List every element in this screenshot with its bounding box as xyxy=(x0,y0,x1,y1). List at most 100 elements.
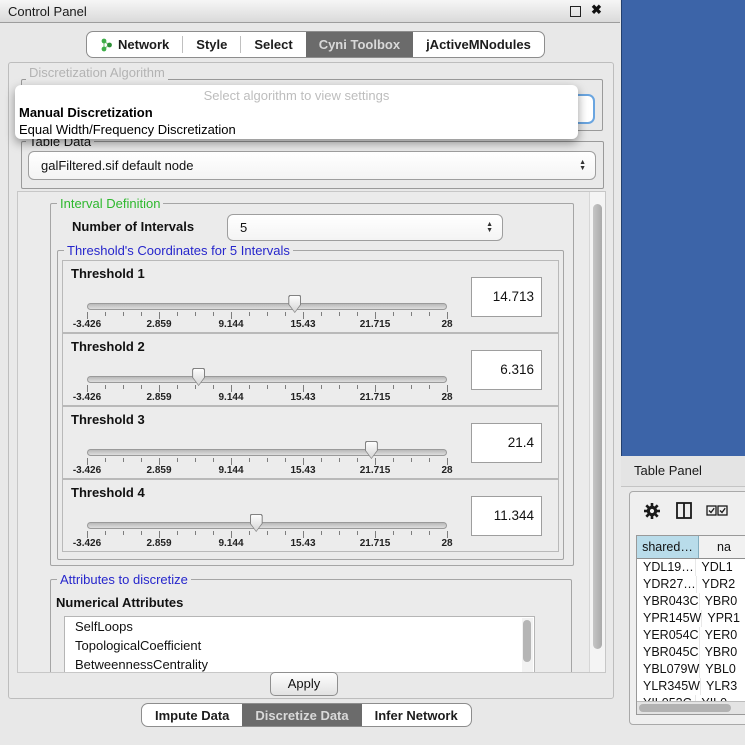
number-of-intervals-combobox[interactable]: 5 ▲▼ xyxy=(227,214,503,241)
major-tick xyxy=(87,531,88,538)
column-layout-icon[interactable] xyxy=(676,502,692,519)
slider-track[interactable] xyxy=(87,376,447,383)
cell-name[interactable]: YBR0 xyxy=(700,644,745,661)
threshold-card-1: Threshold 1 -3.4262.8599.14415.4321.7152… xyxy=(62,260,559,333)
slider-handle-icon[interactable] xyxy=(192,368,205,386)
cell-name[interactable]: YER0 xyxy=(700,627,745,644)
minor-tick xyxy=(285,531,286,535)
close-icon[interactable]: ✖ xyxy=(591,2,602,18)
tick-label: -3.426 xyxy=(73,392,101,403)
algorithm-popup-hint: Select algorithm to view settings xyxy=(15,88,578,103)
gear-icon[interactable] xyxy=(643,502,661,520)
threshold-slider[interactable]: -3.4262.8599.14415.4321.71528 xyxy=(87,407,447,478)
minor-tick xyxy=(177,458,178,462)
cell-shared-name[interactable]: YPR145W xyxy=(637,610,702,627)
slider-track[interactable] xyxy=(87,303,447,310)
cell-name[interactable]: YDR2 xyxy=(697,576,745,593)
slider-track[interactable] xyxy=(87,522,447,529)
slider-track[interactable] xyxy=(87,449,447,456)
table-row[interactable]: YBL079WYBL0 xyxy=(637,661,745,678)
cell-shared-name[interactable]: YBR045C xyxy=(637,644,700,661)
table-data-combobox[interactable]: galFiltered.sif default node ▲▼ xyxy=(28,151,596,180)
minor-tick xyxy=(123,531,124,535)
cell-name[interactable]: YPR1 xyxy=(702,610,745,627)
control-panel-titlebar: Control Panel ✖ xyxy=(0,0,620,23)
threshold-slider[interactable]: -3.4262.8599.14415.4321.71528 xyxy=(87,334,447,405)
minor-tick xyxy=(213,531,214,535)
slider-handle-icon[interactable] xyxy=(288,295,301,313)
combobox-stepper-icon: ▲▼ xyxy=(486,222,493,234)
tick-label: -3.426 xyxy=(73,538,101,549)
popup-option-manual-discretization[interactable]: Manual Discretization xyxy=(19,105,153,120)
tab-network[interactable]: Network xyxy=(87,32,182,57)
numerical-attributes-list[interactable]: SelfLoopsTopologicalCoefficientBetweenne… xyxy=(64,616,535,673)
major-tick xyxy=(159,385,160,392)
threshold-value-field[interactable]: 14.713 xyxy=(471,277,542,317)
minor-tick xyxy=(249,312,250,316)
control-panel-tabbar: Network StyleSelectCyni ToolboxjActiveMNo… xyxy=(86,31,545,58)
table-row[interactable]: YBR043CYBR0 xyxy=(637,593,745,610)
interval-definition-group-label: Interval Definition xyxy=(57,196,163,211)
network-view-frame: GAL80 GA C GAL11 GAL4 GCY1 H HAP2 xyxy=(621,0,745,456)
checkbox-columns-icon[interactable] xyxy=(706,505,728,516)
table-row[interactable]: YPR145WYPR1 xyxy=(637,610,745,627)
cell-shared-name[interactable]: YDL19… xyxy=(637,559,696,576)
discretization-algorithm-group-label: Discretization Algorithm xyxy=(26,65,168,80)
cell-shared-name[interactable]: YER054C xyxy=(637,627,700,644)
table-row[interactable]: YDR27…YDR2 xyxy=(637,576,745,593)
attribute-item-betweennesscentrality[interactable]: BetweennessCentrality xyxy=(65,655,534,673)
minor-tick xyxy=(105,385,106,389)
panel-vertical-scrollbar[interactable] xyxy=(589,192,605,672)
table-row[interactable]: YBR045CYBR0 xyxy=(637,644,745,661)
table-horizontal-scrollbar[interactable] xyxy=(637,701,745,714)
table-row[interactable]: YDL19…YDL1 xyxy=(637,559,745,576)
threshold-value-field[interactable]: 6.316 xyxy=(471,350,542,390)
tab-cyni-toolbox[interactable]: Cyni Toolbox xyxy=(306,32,413,57)
tab-style[interactable]: Style xyxy=(183,32,240,57)
cell-shared-name[interactable]: YDR27… xyxy=(637,576,697,593)
cell-shared-name[interactable]: YBL079W xyxy=(637,661,700,678)
tab-impute-data[interactable]: Impute Data xyxy=(142,704,242,726)
column-header-name[interactable]: na xyxy=(699,536,745,558)
tab-discretize-data[interactable]: Discretize Data xyxy=(242,704,361,726)
threshold-card-4: Threshold 4 -3.4262.8599.14415.4321.7152… xyxy=(62,479,559,552)
threshold-slider[interactable]: -3.4262.8599.14415.4321.71528 xyxy=(87,261,447,332)
cell-name[interactable]: YBR0 xyxy=(700,593,745,610)
table-row[interactable]: YLR345WYLR3 xyxy=(637,678,745,695)
table-panel-title: Table Panel xyxy=(634,463,702,478)
tab-infer-network[interactable]: Infer Network xyxy=(362,704,471,726)
minor-tick xyxy=(411,458,412,462)
major-tick xyxy=(231,531,232,538)
minor-tick xyxy=(267,385,268,389)
cell-shared-name[interactable]: YLR345W xyxy=(637,678,701,695)
cell-name[interactable]: YLR3 xyxy=(701,678,745,695)
popup-option-equal-width-frequency[interactable]: Equal Width/Frequency Discretization xyxy=(19,122,236,137)
threshold-value-field[interactable]: 21.4 xyxy=(471,423,542,463)
table-panel-titlebar: Table Panel xyxy=(621,456,745,487)
node-attribute-table[interactable]: shared… na YDL19…YDL1YDR27…YDR2YBR043CYB… xyxy=(636,535,745,715)
float-window-icon[interactable] xyxy=(570,6,581,17)
cell-name[interactable]: YBL0 xyxy=(700,661,745,678)
threshold-value-field[interactable]: 11.344 xyxy=(471,496,542,536)
minor-tick xyxy=(339,531,340,535)
threshold-slider[interactable]: -3.4262.8599.14415.4321.71528 xyxy=(87,480,447,551)
apply-button[interactable]: Apply xyxy=(270,672,338,696)
major-tick xyxy=(375,385,376,392)
attribute-item-selfloops[interactable]: SelfLoops xyxy=(65,617,534,636)
column-header-shared-name[interactable]: shared… xyxy=(637,536,699,558)
cell-name[interactable]: YDL1 xyxy=(696,559,745,576)
tick-label: 9.144 xyxy=(218,465,243,476)
tab-jactivemnodules[interactable]: jActiveMNodules xyxy=(413,32,544,57)
attributes-list-scrollbar[interactable] xyxy=(522,618,533,673)
minor-tick xyxy=(429,531,430,535)
attribute-item-topologicalcoefficient[interactable]: TopologicalCoefficient xyxy=(65,636,534,655)
minor-tick xyxy=(141,312,142,316)
slider-handle-icon[interactable] xyxy=(250,514,263,532)
slider-handle-icon[interactable] xyxy=(365,441,378,459)
tab-select[interactable]: Select xyxy=(241,32,305,57)
tick-label: -3.426 xyxy=(73,319,101,330)
tab-label: Network xyxy=(118,37,169,52)
minor-tick xyxy=(249,458,250,462)
cell-shared-name[interactable]: YBR043C xyxy=(637,593,700,610)
table-row[interactable]: YER054CYER0 xyxy=(637,627,745,644)
